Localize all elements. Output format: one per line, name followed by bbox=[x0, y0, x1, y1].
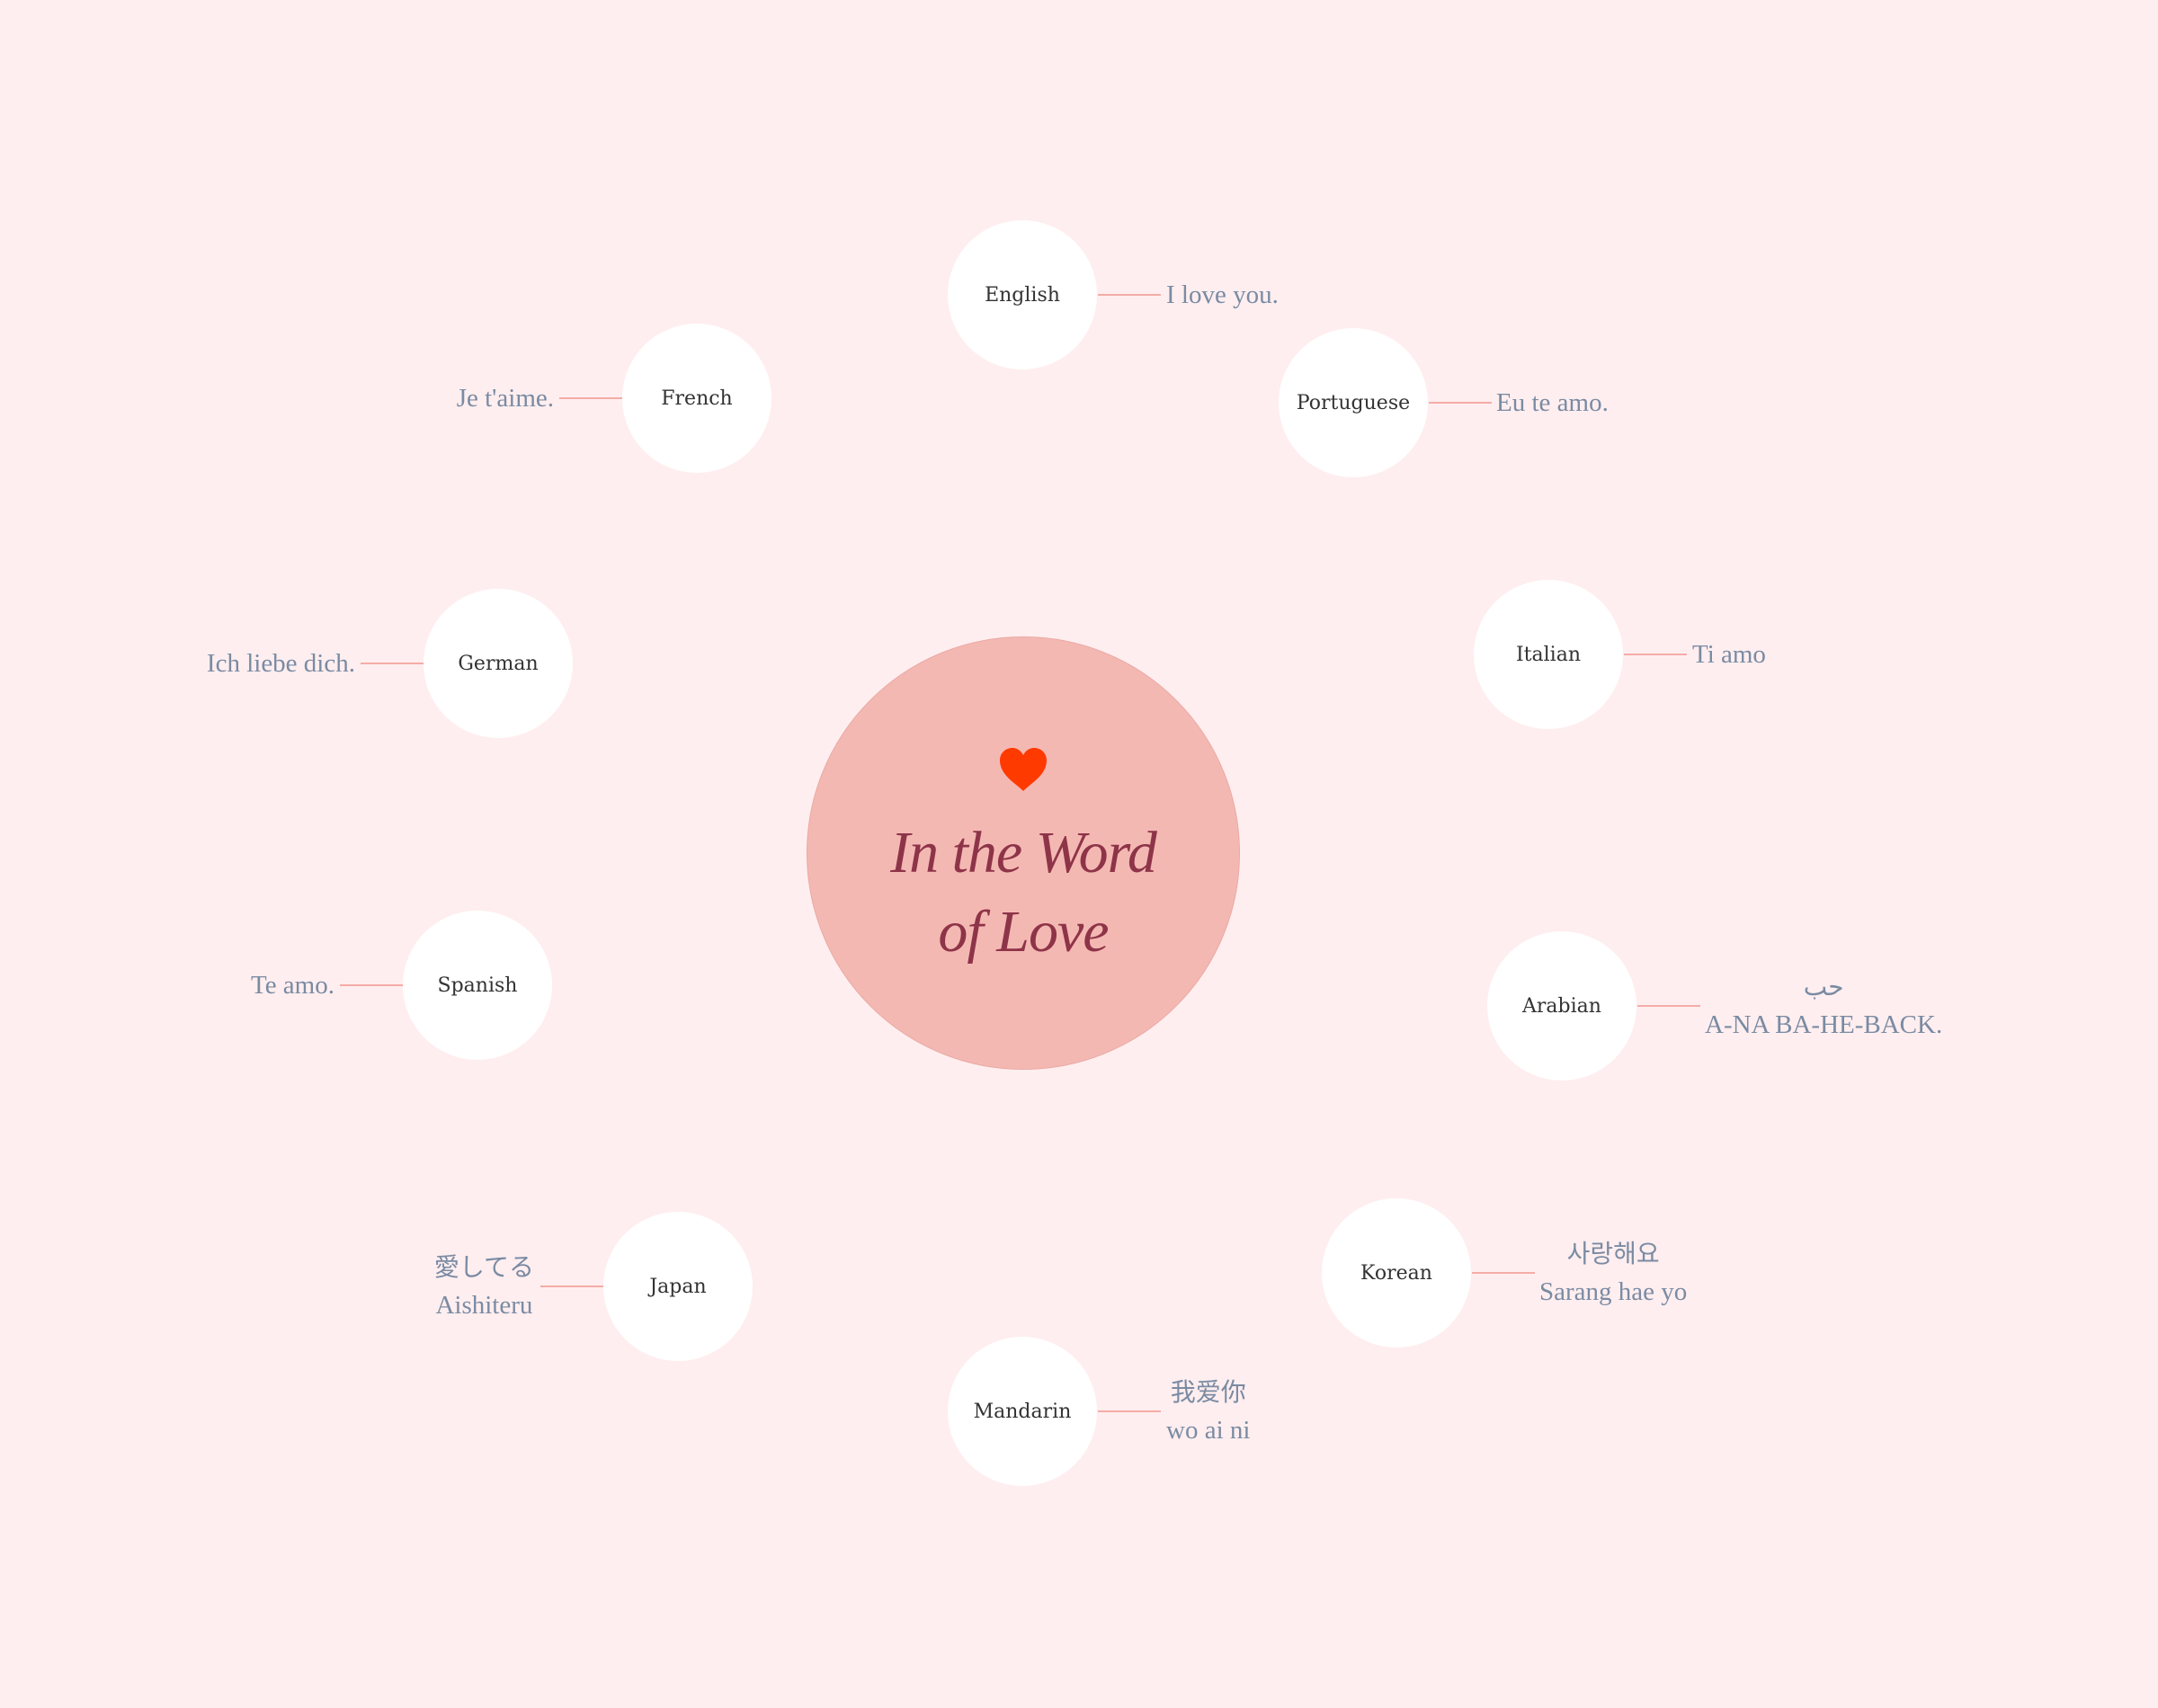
node-portuguese[interactable]: Portuguese bbox=[1279, 328, 1428, 477]
translation-text: Sarang hae yo bbox=[1539, 1277, 1688, 1306]
node-german[interactable]: German bbox=[424, 589, 573, 738]
translation-text: A-NA BA-HE-BACK. bbox=[1705, 1010, 1943, 1039]
node-label: Mandarin bbox=[973, 1400, 1072, 1423]
translation-italian: Ti amo bbox=[1692, 636, 1766, 673]
translation-spanish: Te amo. bbox=[251, 966, 334, 1004]
node-french[interactable]: French bbox=[622, 324, 771, 473]
title-line-2: of Love bbox=[938, 899, 1109, 965]
translation-japan: 愛してる Aishiteru bbox=[434, 1249, 534, 1324]
node-italian[interactable]: Italian bbox=[1474, 580, 1623, 729]
translation-text: Ich liebe dich. bbox=[206, 649, 355, 678]
node-japan[interactable]: Japan bbox=[603, 1212, 753, 1361]
node-mandarin[interactable]: Mandarin bbox=[948, 1337, 1097, 1486]
node-label: Arabian bbox=[1522, 994, 1601, 1018]
connector-line bbox=[1637, 1005, 1700, 1007]
node-label: French bbox=[661, 387, 733, 410]
connector-line bbox=[540, 1285, 603, 1287]
translation-text: Ti amo bbox=[1692, 640, 1766, 669]
translation-french: Je t'aime. bbox=[457, 379, 554, 417]
node-label: Spanish bbox=[437, 974, 518, 997]
node-label: English bbox=[985, 283, 1060, 307]
translation-korean: 사랑해요 Sarang hae yo bbox=[1539, 1235, 1687, 1311]
node-label: Italian bbox=[1515, 643, 1581, 666]
translation-mandarin: 我爱你 wo ai ni bbox=[1166, 1374, 1250, 1449]
native-text: 我爱你 bbox=[1170, 1377, 1246, 1407]
connector-line bbox=[1429, 402, 1492, 404]
connector-line bbox=[559, 397, 622, 399]
node-korean[interactable]: Korean bbox=[1322, 1198, 1471, 1348]
translation-arabian: حب A-NA BA-HE-BACK. bbox=[1705, 968, 1942, 1044]
connector-line bbox=[1624, 654, 1687, 655]
translation-text: wo ai ni bbox=[1166, 1416, 1251, 1445]
node-english[interactable]: English bbox=[948, 220, 1097, 369]
translation-text: Je t'aime. bbox=[456, 384, 554, 413]
node-label: Korean bbox=[1360, 1261, 1432, 1285]
node-label: Japan bbox=[649, 1275, 707, 1298]
native-text: حب bbox=[1803, 972, 1844, 1001]
central-topic: In the Word of Love bbox=[807, 636, 1240, 1070]
central-title: In the Word of Love bbox=[807, 814, 1239, 972]
title-line-1: In the Word bbox=[890, 820, 1157, 885]
translation-german: Ich liebe dich. bbox=[207, 645, 355, 682]
node-arabian[interactable]: Arabian bbox=[1487, 931, 1636, 1081]
translation-english: I love you. bbox=[1166, 276, 1279, 314]
connector-line bbox=[340, 984, 403, 986]
translation-portuguese: Eu te amo. bbox=[1496, 384, 1609, 422]
native-text: 사랑해요 bbox=[1566, 1239, 1660, 1268]
node-label: German bbox=[458, 652, 539, 675]
connector-line bbox=[1472, 1272, 1535, 1274]
node-spanish[interactable]: Spanish bbox=[403, 911, 552, 1060]
connector-line bbox=[361, 663, 424, 664]
translation-text: Te amo. bbox=[251, 971, 334, 1000]
connector-line bbox=[1098, 1410, 1161, 1412]
translation-text: I love you. bbox=[1166, 280, 1279, 309]
native-text: 愛してる bbox=[433, 1252, 534, 1282]
connector-line bbox=[1098, 294, 1161, 296]
translation-text: Aishiteru bbox=[435, 1291, 533, 1320]
translation-text: Eu te amo. bbox=[1496, 388, 1609, 417]
node-label: Portuguese bbox=[1296, 391, 1411, 414]
heart-icon bbox=[1000, 748, 1047, 791]
